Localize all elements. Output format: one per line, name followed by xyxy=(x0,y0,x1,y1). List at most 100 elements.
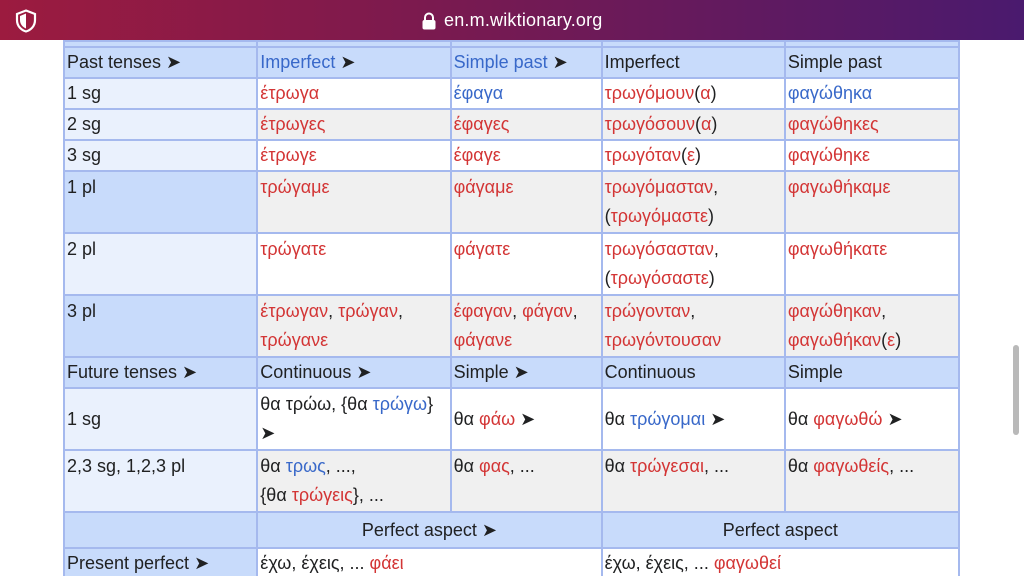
top-cell xyxy=(451,42,601,46)
expand-arrow[interactable]: ➤ xyxy=(548,52,568,72)
form-link[interactable]: φάγαμε xyxy=(454,177,514,197)
row-label: 2 sg xyxy=(65,110,257,139)
form-link[interactable]: φάω xyxy=(479,409,515,429)
form-link[interactable]: έφαγες xyxy=(454,114,510,134)
table-row: Present perfect ➤ έχω, έχεις, ... φάει έ… xyxy=(65,549,958,576)
form-link[interactable]: έτρωγαν xyxy=(260,301,328,321)
imperfect-link[interactable]: Imperfect xyxy=(260,52,335,72)
expand-arrow[interactable]: ➤ xyxy=(705,409,725,429)
form-link[interactable]: φαγωθείς xyxy=(813,456,889,476)
form-link[interactable]: τρώγατε xyxy=(260,239,326,259)
form-link[interactable]: τρωγόσασταν xyxy=(605,239,714,259)
form-link[interactable]: τρώγεις xyxy=(292,485,353,505)
form-link[interactable]: ε xyxy=(887,330,895,350)
form-link[interactable]: φαγωθεί xyxy=(714,553,781,573)
form-link[interactable]: φάει xyxy=(370,553,404,573)
top-cell xyxy=(602,42,784,46)
simple-past-link[interactable]: Simple past xyxy=(454,52,548,72)
table-row: Future tenses ➤ Continuous ➤ Simple ➤ Co… xyxy=(65,358,958,387)
table-row: 1 sg έτρωγα έφαγα τρωγόμουν(α) φαγώθηκα xyxy=(65,79,958,108)
present-perfect-header[interactable]: Present perfect ➤ xyxy=(65,549,257,576)
simple-past-passive-header: Simple past xyxy=(785,48,958,77)
expand-arrow[interactable]: ➤ xyxy=(515,409,535,429)
form-link[interactable]: έτρωγες xyxy=(260,114,325,134)
form-link[interactable]: τρωγόμασταν xyxy=(605,177,714,197)
form-link[interactable]: έφαγε xyxy=(454,145,501,165)
row-label: 2,3 sg, 1,2,3 pl xyxy=(65,451,257,511)
form-link[interactable]: τρως xyxy=(286,456,326,476)
form-link[interactable]: τρωγόντουσαν xyxy=(605,330,722,350)
form-link[interactable]: φάγανε xyxy=(454,330,513,350)
lock-icon xyxy=(422,12,436,30)
row-label: 3 pl xyxy=(65,296,257,356)
form-link[interactable]: φαγώθηκε xyxy=(788,145,870,165)
continuous-passive-header: Continuous xyxy=(602,358,784,387)
top-cell xyxy=(785,42,958,46)
form-link[interactable]: φαγωθώ xyxy=(813,409,882,429)
continuous-header[interactable]: Continuous ➤ xyxy=(258,358,450,387)
form-link[interactable]: τρωγόταν xyxy=(605,145,681,165)
simple-header[interactable]: Simple ➤ xyxy=(451,358,601,387)
form-link[interactable]: τρώγω xyxy=(373,394,427,414)
form-link[interactable]: τρωγόσαστε xyxy=(611,268,709,288)
table-row: 3 pl έτρωγαν, τρώγαν, τρώγανε έφαγαν, φάγ… xyxy=(65,296,958,356)
shield-icon[interactable] xyxy=(14,9,38,33)
form-link[interactable]: τρώγαμε xyxy=(260,177,329,197)
form-link[interactable]: τρώγανε xyxy=(260,330,328,350)
form-link[interactable]: έφαγα xyxy=(454,83,504,103)
form-link[interactable]: έτρωγα xyxy=(260,83,319,103)
imperfect-header[interactable]: Imperfect ➤ xyxy=(258,48,450,77)
form-link[interactable]: τρώγομαι xyxy=(630,409,705,429)
table-row: 1 sg θα τρώω, {θα τρώγω} ➤ θα φάω ➤ θα τρ… xyxy=(65,389,958,449)
table-row: 3 sg έτρωγε έφαγε τρωγόταν(ε) φαγώθηκε xyxy=(65,141,958,170)
imperfect-passive-header: Imperfect xyxy=(602,48,784,77)
form-link[interactable]: φας xyxy=(479,456,510,476)
form-link[interactable]: ε xyxy=(687,145,695,165)
perfect-blank-header xyxy=(65,513,257,547)
row-label: 1 sg xyxy=(65,79,257,108)
browser-url-bar[interactable]: en.m.wiktionary.org xyxy=(0,0,1024,40)
top-cell xyxy=(65,42,257,46)
perfect-aspect-header[interactable]: Perfect aspect ➤ xyxy=(258,513,601,547)
table-top-strip xyxy=(65,42,958,46)
form-link[interactable]: τρωγόσουν xyxy=(605,114,695,134)
conjugation-table: Past tenses ➤ Imperfect ➤ Simple past ➤ … xyxy=(63,40,960,576)
simple-past-header[interactable]: Simple past ➤ xyxy=(451,48,601,77)
form-link[interactable]: τρώγεσαι xyxy=(630,456,704,476)
form-link[interactable]: α xyxy=(700,83,710,103)
simple-passive-header: Simple xyxy=(785,358,958,387)
expand-arrow[interactable]: ➤ xyxy=(882,409,902,429)
form-link[interactable]: έφαγαν xyxy=(454,301,513,321)
row-label: 3 sg xyxy=(65,141,257,170)
form-link[interactable]: φαγωθήκατε xyxy=(788,239,887,259)
table-row: 2 sg έτρωγες έφαγες τρωγόσουν(α) φαγώθηκ… xyxy=(65,110,958,139)
perfect-aspect-passive-header: Perfect aspect xyxy=(602,513,958,547)
form-link[interactable]: τρωγόμουν xyxy=(605,83,695,103)
future-tenses-header[interactable]: Future tenses ➤ xyxy=(65,358,257,387)
form-link[interactable]: φαγώθηκα xyxy=(788,83,872,103)
row-label: 1 sg xyxy=(65,389,257,449)
past-tenses-header[interactable]: Past tenses ➤ xyxy=(65,48,257,77)
form-link[interactable]: φαγωθήκαμε xyxy=(788,177,891,197)
form-link[interactable]: φαγώθηκες xyxy=(788,114,879,134)
form-link[interactable]: έτρωγε xyxy=(260,145,316,165)
table-row: 1 pl τρώγαμε φάγαμε τρωγόμασταν, (τρωγόμα… xyxy=(65,172,958,232)
form-link[interactable]: τρωγόμαστε xyxy=(611,206,708,226)
form-link[interactable]: φάγατε xyxy=(454,239,511,259)
scrollbar[interactable] xyxy=(1013,345,1019,435)
form-link[interactable]: α xyxy=(701,114,711,134)
table-row: 2,3 sg, 1,2,3 pl θα τρως, ..., {θα τρώγει… xyxy=(65,451,958,511)
form-link[interactable]: φαγωθήκαν xyxy=(788,330,881,350)
row-label: 1 pl xyxy=(65,172,257,232)
expand-arrow[interactable]: ➤ xyxy=(335,52,355,72)
table-row: Perfect aspect ➤ Perfect aspect xyxy=(65,513,958,547)
table-row: 2 pl τρώγατε φάγατε τρωγόσασταν, (τρωγόσα… xyxy=(65,234,958,294)
row-label: 2 pl xyxy=(65,234,257,294)
form-link[interactable]: τρώγονταν xyxy=(605,301,691,321)
form-link[interactable]: φάγαν xyxy=(522,301,572,321)
top-cell xyxy=(258,42,450,46)
form-link[interactable]: τρώγαν xyxy=(338,301,398,321)
url-text[interactable]: en.m.wiktionary.org xyxy=(444,10,603,31)
expand-arrow[interactable]: ➤ xyxy=(260,423,275,443)
form-link[interactable]: φαγώθηκαν xyxy=(788,301,881,321)
